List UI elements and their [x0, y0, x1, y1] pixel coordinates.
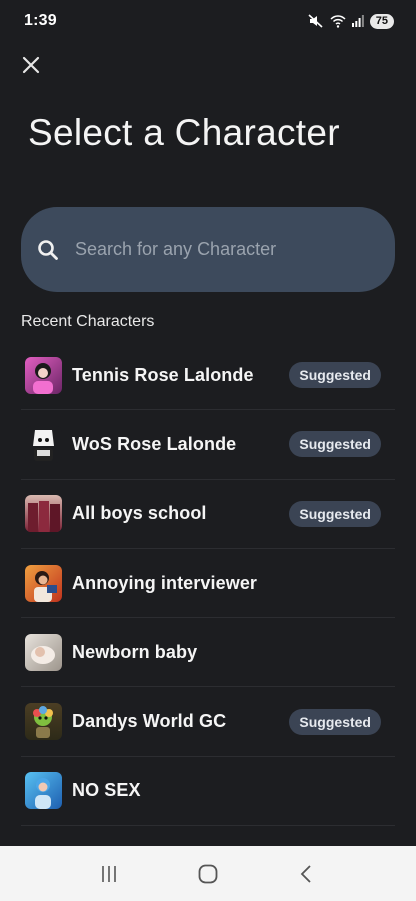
status-time: 1:39 [24, 12, 57, 29]
recent-characters-label: Recent Characters [21, 313, 155, 330]
character-list: Tennis Rose Lalonde Suggested WoS Rose L… [21, 341, 395, 827]
character-name: NO SEX [72, 780, 141, 801]
status-icons: 75 [308, 13, 394, 29]
list-item[interactable]: Annoying interviewer [21, 549, 395, 619]
avatar [25, 772, 62, 810]
suggested-badge: Suggested [289, 431, 381, 458]
character-name: All boys school [72, 503, 207, 524]
list-item[interactable]: WoS Rose Lalonde Suggested [21, 410, 395, 480]
search-input[interactable] [75, 239, 365, 260]
recent-apps-button[interactable] [89, 854, 129, 894]
system-nav-bar [0, 846, 416, 901]
list-item[interactable]: NO SEX [21, 757, 395, 827]
recent-apps-icon [102, 865, 117, 882]
home-icon [198, 864, 218, 883]
close-button[interactable] [16, 50, 46, 80]
signal-icon [351, 15, 364, 27]
close-icon [22, 56, 40, 74]
wifi-icon [330, 14, 346, 28]
suggested-badge: Suggested [289, 362, 381, 389]
character-name: Dandys World GC [72, 711, 227, 732]
suggested-badge: Suggested [289, 500, 381, 527]
search-box[interactable] [21, 207, 395, 292]
status-bar: 1:39 75 [0, 0, 416, 42]
list-item[interactable]: Newborn baby [21, 618, 395, 688]
mute-icon [308, 14, 324, 28]
home-button[interactable] [188, 854, 228, 894]
list-item[interactable]: Tennis Rose Lalonde Suggested [21, 341, 395, 411]
page-title: Select a Character [28, 112, 340, 153]
avatar [25, 703, 62, 741]
back-button[interactable] [287, 854, 327, 894]
suggested-badge: Suggested [289, 708, 381, 735]
character-name: WoS Rose Lalonde [72, 433, 237, 454]
avatar [25, 633, 62, 671]
avatar [25, 564, 62, 602]
list-item[interactable]: Dandys World GC Suggested [21, 687, 395, 757]
battery-icon: 75 [369, 13, 394, 29]
avatar [25, 425, 62, 463]
search-icon [37, 239, 59, 261]
list-item[interactable]: All boys school Suggested [21, 480, 395, 549]
back-icon [300, 864, 311, 883]
character-name: Annoying interviewer [72, 572, 258, 593]
avatar [25, 495, 62, 533]
character-name: Tennis Rose Lalonde [72, 364, 254, 385]
avatar [25, 356, 62, 394]
character-name: Newborn baby [72, 641, 198, 662]
